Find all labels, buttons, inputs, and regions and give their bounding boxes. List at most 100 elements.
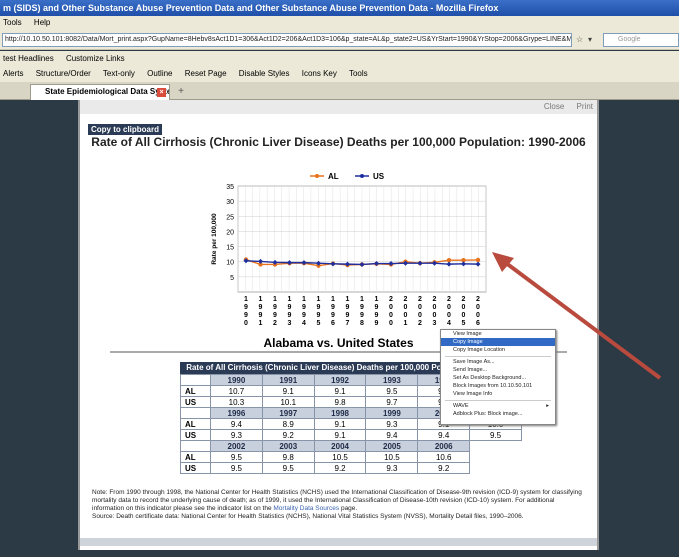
legend-marker (315, 174, 319, 178)
dropdown-arrow-icon[interactable]: ▾ (588, 33, 592, 47)
toolbar-item[interactable]: Alerts (3, 69, 23, 78)
x-tick-label: 9 (259, 312, 263, 319)
toolbar-item[interactable]: Icons Key (302, 69, 337, 78)
toolbar-item[interactable]: Structure/Order (36, 69, 91, 78)
annotation-arrow-icon (492, 252, 662, 380)
year-header: 2006 (417, 440, 471, 452)
x-tick-label: 1 (259, 320, 263, 327)
table-row: US 9.5 9.5 9.2 9.3 9.2 (180, 462, 522, 474)
year-header: 2004 (313, 440, 367, 452)
x-tick-label: 0 (389, 320, 393, 327)
x-tick-label: 9 (360, 312, 364, 319)
table-cell: 9.5 (365, 385, 419, 397)
x-tick-label: 0 (404, 304, 408, 311)
x-tick-label: 2 (433, 296, 437, 303)
x-tick-label: 9 (375, 304, 379, 311)
x-tick-label: 8 (360, 320, 364, 327)
table-cell: 8.9 (261, 418, 315, 430)
legend-label: AL (328, 172, 339, 181)
x-tick-label: 0 (389, 304, 393, 311)
menu-tools[interactable]: Tools (3, 18, 22, 27)
row-label: AL (180, 418, 211, 430)
row-label: US (180, 429, 211, 441)
x-tick-label: 1 (346, 296, 350, 303)
x-tick-label: 5 (462, 320, 466, 327)
close-button[interactable]: Close (544, 102, 564, 111)
x-tick-label: 2 (418, 296, 422, 303)
bookmark-item[interactable]: test Headlines (3, 54, 54, 63)
year-header: 1997 (261, 407, 315, 419)
url-field[interactable]: http://10.10.50.101:8082/Data/Mort_print… (2, 33, 572, 47)
x-tick-label: 4 (302, 320, 306, 327)
table-cell: 9.7 (365, 396, 419, 408)
menu-bar: Tools Help (0, 16, 679, 30)
year-header: 1998 (313, 407, 367, 419)
page-header-strip: Close Print (80, 100, 597, 114)
legend-marker (360, 174, 364, 178)
tab-bar: State Epidemiological Data Syste... × + (0, 82, 679, 100)
web-developer-toolbar: Alerts Structure/Order Text-only Outline… (0, 66, 679, 82)
x-tick-label: 0 (447, 304, 451, 311)
table-cell: 9.2 (313, 462, 367, 474)
x-tick-label: 1 (259, 296, 263, 303)
table-row: US 9.3 9.2 9.1 9.4 9.4 9.5 (180, 429, 522, 441)
star-icon[interactable]: ☆ (576, 33, 583, 47)
x-tick-label: 9 (273, 304, 277, 311)
copy-to-clipboard-button[interactable]: Copy to clipboard (88, 124, 162, 135)
x-tick-label: 9 (375, 320, 379, 327)
x-tick-label: 2 (462, 296, 466, 303)
table-cell: 9.1 (313, 385, 367, 397)
x-tick-label: 1 (404, 320, 408, 327)
toolbar-item[interactable]: Outline (147, 69, 172, 78)
toolbar-item[interactable]: Text-only (103, 69, 135, 78)
toolbar-item[interactable]: Disable Styles (239, 69, 290, 78)
tab-active[interactable]: State Epidemiological Data Syste... × (30, 84, 170, 100)
toolbar-item[interactable]: Reset Page (185, 69, 227, 78)
menu-help[interactable]: Help (34, 18, 50, 27)
search-input[interactable]: Google (603, 33, 679, 47)
line-chart[interactable]: AL US5101520253035Rate per 100,0001990199… (200, 170, 500, 332)
row-label: US (180, 396, 211, 408)
x-tick-label: 0 (404, 312, 408, 319)
x-tick-label: 2 (418, 320, 422, 327)
close-icon[interactable]: × (157, 88, 166, 97)
table-cell: 9.5 (469, 429, 522, 441)
source-text: Source: Death certificate data: National… (92, 513, 524, 520)
new-tab-icon[interactable]: + (174, 86, 188, 98)
table-cell: 10.6 (417, 451, 471, 463)
table-row: AL 9.5 9.8 10.5 10.5 10.6 (180, 451, 522, 463)
x-tick-label: 2 (389, 296, 393, 303)
y-tick-label: 25 (226, 214, 234, 221)
x-tick-label: 2 (273, 320, 277, 327)
toolbar-item[interactable]: Tools (349, 69, 368, 78)
x-tick-label: 3 (433, 320, 437, 327)
chart-title: Rate of All Cirrhosis (Chronic Liver Dis… (91, 135, 586, 149)
table-cell: 9.1 (261, 385, 315, 397)
x-tick-label: 9 (244, 304, 248, 311)
y-axis-label: Rate per 100,000 (211, 213, 218, 265)
x-tick-label: 9 (302, 304, 306, 311)
x-tick-label: 9 (346, 312, 350, 319)
x-tick-label: 0 (447, 312, 451, 319)
x-tick-label: 5 (317, 320, 321, 327)
navigation-bar: http://10.10.50.101:8082/Data/Mort_print… (0, 30, 679, 50)
table-cell: 9.3 (365, 462, 419, 474)
x-tick-label: 9 (331, 304, 335, 311)
x-tick-label: 0 (433, 312, 437, 319)
year-header: 2003 (261, 440, 315, 452)
context-menu-item[interactable]: Adblock Plus: Block image... (441, 410, 555, 418)
print-button[interactable]: Print (577, 102, 593, 111)
x-tick-label: 1 (375, 296, 379, 303)
table-cell: 9.3 (365, 418, 419, 430)
context-menu-item[interactable]: WAVE ▸ (441, 402, 555, 410)
y-tick-label: 10 (226, 260, 234, 267)
x-tick-label: 0 (433, 304, 437, 311)
row-label: US (180, 462, 211, 474)
x-tick-label: 9 (331, 312, 335, 319)
table-cell: 9.5 (210, 451, 263, 463)
mortality-sources-link[interactable]: Mortality Data Sources (273, 505, 339, 512)
x-tick-label: 4 (447, 320, 451, 327)
bookmark-item[interactable]: Customize Links (66, 54, 125, 63)
table-cell: 9.4 (210, 418, 263, 430)
year-header: 2002 (210, 440, 263, 452)
